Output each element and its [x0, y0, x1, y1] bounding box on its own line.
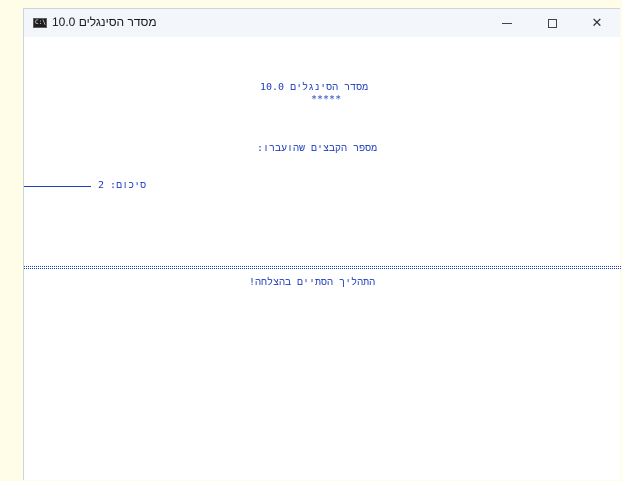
close-button[interactable]: ✕ — [575, 9, 619, 37]
minimize-button[interactable] — [485, 9, 529, 37]
minimize-icon — [502, 22, 512, 24]
summary-rule — [24, 186, 91, 187]
close-icon: ✕ — [591, 15, 603, 31]
maximize-button[interactable] — [530, 9, 574, 37]
success-message: התהליך הסתיים בהצלחה! — [249, 277, 376, 288]
maximize-icon — [547, 18, 557, 28]
separator-line — [24, 266, 621, 269]
console-output[interactable]: מסדר הסינגלים 10.0 ***** מספר הקבצים שהו… — [24, 37, 621, 481]
window-title: מסדר הסינגלים 10.0 — [52, 15, 157, 29]
console-window: C:\ מסדר הסינגלים 10.0 ✕ מסדר הסינגלים 1… — [23, 8, 621, 481]
header-title: מסדר הסינגלים 10.0 — [260, 82, 369, 93]
header-stars: ***** — [311, 94, 342, 105]
title-bar[interactable]: C:\ מסדר הסינגלים 10.0 ✕ — [24, 9, 620, 37]
files-transferred-label: מספר הקבצים שהועברו: — [257, 143, 378, 154]
summary-count: סיכום: 2 — [98, 180, 147, 191]
command-prompt-icon[interactable]: C:\ — [33, 18, 47, 28]
